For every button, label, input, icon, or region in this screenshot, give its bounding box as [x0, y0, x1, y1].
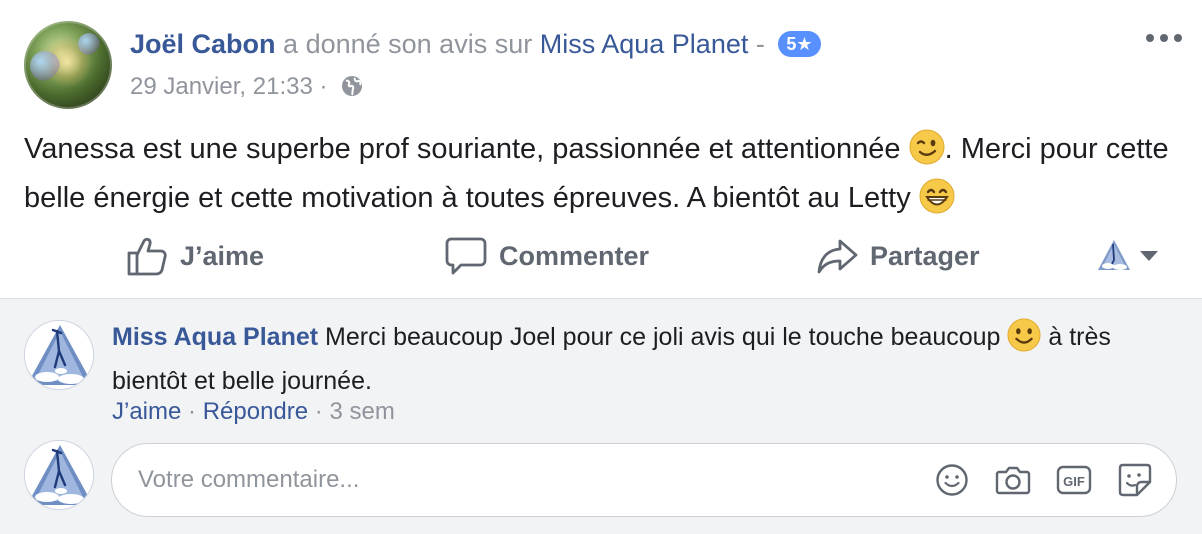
share-button[interactable]: Partager [816, 232, 980, 280]
gif-icon[interactable]: GIF [1056, 462, 1092, 498]
comment-time[interactable]: 3 sem [329, 398, 394, 425]
commenter-avatar[interactable] [24, 320, 94, 390]
comments-section: Miss Aqua Planet Merci beaucoup Joel pou… [0, 298, 1202, 534]
comment-bubble-icon [445, 237, 487, 275]
svg-text:GIF: GIF [1063, 474, 1085, 489]
review-action-text: a donné son avis sur [283, 29, 533, 59]
rating-badge: 5★ [778, 31, 821, 57]
author-name[interactable]: Joël Cabon [130, 29, 276, 59]
post-body: Vanessa est une superbe prof souriante, … [24, 128, 1184, 226]
comment-action-separator: · [314, 398, 323, 425]
reaction-selector[interactable] [1096, 238, 1158, 274]
comment-author[interactable]: Miss Aqua Planet [112, 323, 318, 351]
header-separator: - [755, 29, 765, 59]
like-button[interactable]: J’aime [126, 232, 264, 280]
more-dot [1146, 34, 1154, 42]
thumbs-up-icon [127, 237, 167, 276]
like-label: J’aime [180, 240, 265, 271]
review-post: Joël Cabon a donné son avis sur Miss Aqu… [0, 0, 1202, 534]
comment-action-separator: · [188, 398, 197, 425]
comment-button[interactable]: Commenter [445, 232, 649, 280]
grinning-face-emoji [919, 178, 955, 226]
meta-separator: · [319, 73, 328, 100]
composer-avatar [24, 440, 94, 510]
emoji-icon[interactable] [934, 462, 970, 498]
comment-body: Miss Aqua Planet Merci beaucoup Joel pou… [112, 318, 1162, 400]
post-body-part1: Vanessa est une superbe prof souriante, … [24, 133, 901, 165]
more-options-icon[interactable] [1146, 26, 1182, 50]
share-arrow-icon [817, 239, 858, 274]
avatar-bubble [30, 51, 60, 81]
page-avatar-small-icon [1098, 240, 1130, 270]
author-avatar[interactable] [24, 21, 112, 109]
more-dot [1160, 34, 1168, 42]
chevron-down-icon [1140, 251, 1158, 261]
avatar-bubble [78, 33, 100, 55]
winking-face-emoji [909, 129, 945, 177]
comment-text-part1: Merci beaucoup Joel pour ce joli avis qu… [325, 323, 1001, 351]
comment-composer[interactable]: GIF [111, 443, 1177, 517]
sticker-icon[interactable] [1117, 462, 1153, 498]
share-label: Partager [870, 240, 980, 271]
more-dot [1174, 34, 1182, 42]
page-name-link[interactable]: Miss Aqua Planet [540, 29, 749, 59]
comment-actions: J’aime · Répondre · 3 sem [112, 395, 395, 429]
globe-icon[interactable] [340, 74, 364, 107]
post-header: Joël Cabon a donné son avis sur Miss Aqu… [130, 27, 821, 61]
comment-label: Commenter [499, 240, 650, 271]
comment-like-link[interactable]: J’aime [112, 398, 181, 425]
smiling-face-emoji [1007, 318, 1041, 363]
post-action-bar: J’aime Commenter Partager [0, 226, 1202, 286]
camera-icon[interactable] [995, 462, 1031, 498]
post-timestamp[interactable]: 29 Janvier, 21:33 [130, 73, 313, 100]
comment-reply-link[interactable]: Répondre [203, 398, 308, 425]
post-meta: 29 Janvier, 21:33 · [130, 71, 364, 107]
comment-input[interactable] [138, 444, 918, 516]
